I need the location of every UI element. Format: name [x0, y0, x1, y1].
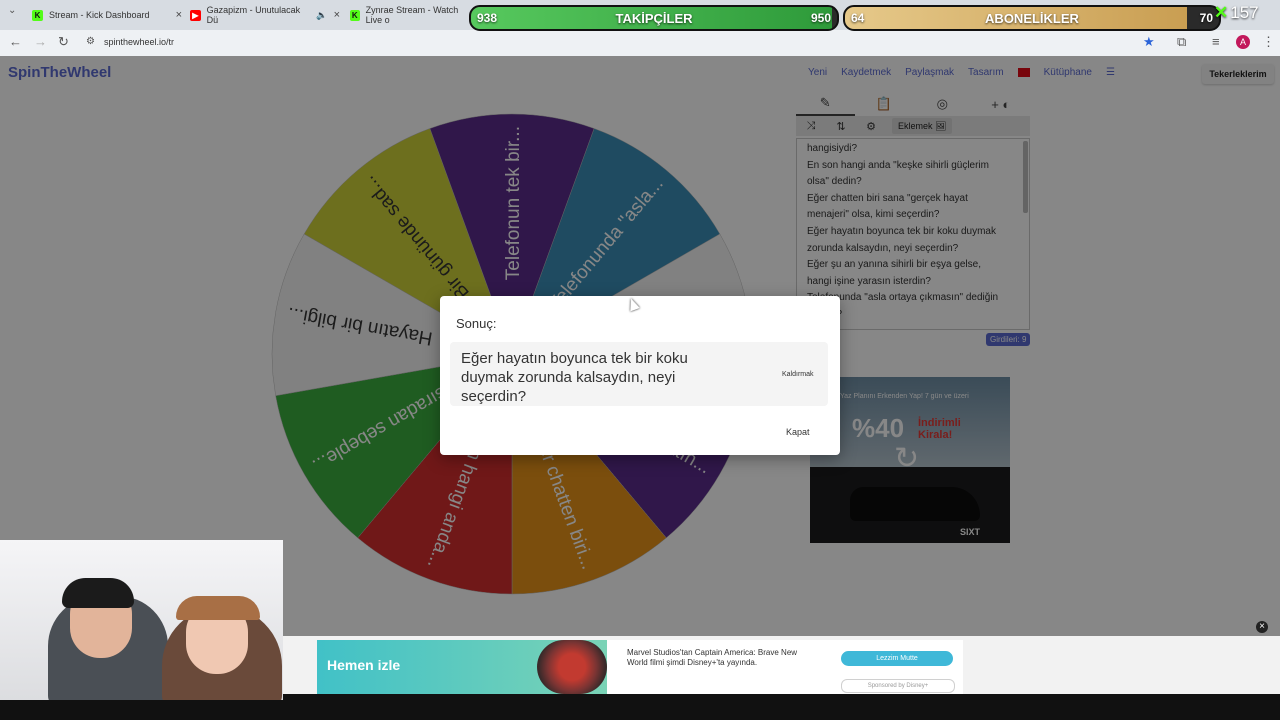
ad-close-icon[interactable]: × [1256, 621, 1268, 633]
webcam-overlay [0, 540, 283, 700]
reading-list-icon[interactable]: ≡ [1212, 34, 1220, 49]
movie-poster-image [537, 640, 607, 694]
followers-goal: 950 [810, 11, 831, 25]
address-bar[interactable]: spinthewheel.io/tr [104, 37, 174, 47]
viewer-number: 157 [1230, 3, 1259, 22]
browser-tab-youtube[interactable]: ▶ Gazapizm - Unutulacak Dü 🔈 × [190, 4, 340, 26]
kick-icon: K [32, 9, 43, 21]
close-icon[interactable]: × [334, 9, 340, 21]
person-left-hair [62, 578, 134, 608]
tab-title: Gazapizm - Unutulacak Dü [206, 5, 301, 25]
viewer-count: ✕ 157 [1214, 3, 1259, 23]
result-dialog: Sonuç: Eğer hayatın boyunca tek bir koku… [440, 296, 840, 455]
back-icon[interactable]: ← [9, 34, 22, 49]
ad-sponsor-label: Sponsored by Disney+ [841, 679, 955, 693]
kick-icon: ✕ [1214, 3, 1229, 22]
ad-banner[interactable]: Hemen izle Marvel Studios'tan Captain Am… [317, 640, 963, 694]
speaker-icon[interactable]: 🔈 [316, 10, 327, 21]
tab-title: Stream - Kick Dashboard [49, 10, 150, 20]
extensions-icon[interactable]: ⧉ [1177, 34, 1186, 50]
dialog-title: Sonuç: [456, 316, 497, 331]
close-button[interactable]: Kapat [786, 427, 810, 437]
browser-toolbar: ← → ↻ ⚙ spinthewheel.io/tr ★ ⧉ ≡ A ⋮ [0, 30, 1280, 57]
followers-goal-bar: 938 TAKİPÇİLER 950 [469, 5, 839, 31]
followers-label: TAKİPÇİLER [615, 10, 693, 26]
profile-avatar[interactable]: A [1236, 35, 1250, 49]
reload-icon[interactable]: ↻ [58, 34, 69, 50]
browser-tab-kick-dashboard[interactable]: K Stream - Kick Dashboard × [32, 4, 182, 26]
result-box: Eğer hayatın boyunca tek bir koku duymak… [450, 342, 828, 406]
subs-goal: 70 [1199, 11, 1213, 25]
browser-tab-zynrae-stream[interactable]: K Zynrae Stream - Watch Live o [350, 4, 470, 26]
subs-goal-bar: 64 ABONELİKLER 70 [843, 5, 1221, 31]
tab-search-icon[interactable]: ⌄ [8, 5, 16, 16]
person-right-hair [176, 596, 260, 620]
result-text: Eğer hayatın boyunca tek bir koku duymak… [461, 350, 688, 405]
tab-title: Zynrae Stream - Watch Live o [365, 5, 459, 25]
youtube-icon: ▶ [190, 9, 201, 21]
close-icon[interactable]: × [176, 9, 182, 21]
remove-button[interactable]: Kaldırmak [782, 371, 814, 378]
menu-icon[interactable]: ⋮ [1262, 34, 1275, 50]
kick-icon: K [350, 9, 360, 21]
ad-watch-now[interactable]: Hemen izle [327, 657, 400, 673]
bookmark-star-icon[interactable]: ★ [1143, 34, 1155, 50]
forward-icon[interactable]: → [34, 34, 47, 49]
bottom-ad[interactable]: Hemen izle Marvel Studios'tan Captain Am… [283, 636, 1280, 694]
subs-label: ABONELİKLER [985, 10, 1079, 26]
ad-learn-more-button[interactable]: Lezzim Mutte [841, 651, 953, 666]
ad-copy: Marvel Studios'tan Captain America: Brav… [627, 648, 798, 667]
site-info-icon[interactable]: ⚙ [86, 36, 95, 47]
